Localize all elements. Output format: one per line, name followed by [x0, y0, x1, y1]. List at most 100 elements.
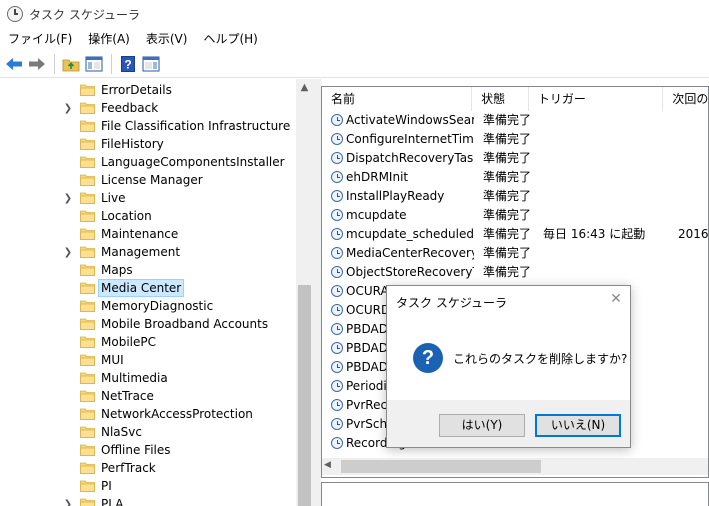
task-clock-icon [331, 228, 343, 240]
tree-item[interactable]: Media Center [0, 279, 296, 297]
task-row[interactable]: DispatchRecoveryTasks 準備完了 [322, 149, 708, 168]
task-clock-icon [331, 380, 343, 392]
tree-item[interactable]: File Classification Infrastructure [0, 117, 296, 135]
task-row[interactable]: ObjectStoreRecoveryT... 準備完了 [322, 263, 708, 282]
question-icon: ? [413, 343, 443, 373]
column-header-next-run[interactable]: 次回の [663, 87, 708, 111]
help-button[interactable]: ? [117, 53, 139, 75]
menu-view[interactable]: 表示(V) [138, 28, 196, 50]
toolbar: ? [0, 50, 709, 78]
back-arrow-icon [6, 57, 22, 70]
tree-item[interactable]: FileHistory [0, 135, 296, 153]
action-pane-button[interactable] [140, 53, 162, 75]
back-button[interactable] [3, 53, 25, 75]
forward-arrow-icon [29, 57, 45, 70]
folder-icon [80, 300, 95, 312]
column-header-status[interactable]: 状態 [472, 87, 529, 111]
confirm-delete-dialog: タスク スケジューラ ✕ ? これらのタスクを削除しますか? はい(Y) いいえ… [386, 285, 631, 448]
chevron-right-icon[interactable]: ❯ [63, 495, 73, 506]
tree-item[interactable]: NetTrace [0, 387, 296, 405]
tree-item[interactable]: Maintenance [0, 225, 296, 243]
chevron-right-icon[interactable]: ❯ [63, 189, 73, 207]
task-clock-icon [331, 209, 343, 221]
chevron-right-icon[interactable]: ❯ [63, 99, 73, 117]
tree-item-label: Feedback [101, 101, 159, 115]
detail-pane [321, 482, 709, 506]
tree-item[interactable]: PerfTrack [0, 459, 296, 477]
tree-item[interactable]: Mobile Broadband Accounts [0, 315, 296, 333]
tree-scrollbar[interactable]: ▲ [296, 79, 313, 506]
tree-item[interactable]: PI [0, 477, 296, 495]
tree-item[interactable]: ErrorDetails [0, 81, 296, 99]
task-status: 準備完了 [483, 132, 532, 146]
column-header-trigger[interactable]: トリガー [529, 87, 664, 111]
show-hide-tree-button[interactable] [83, 53, 105, 75]
tree-item[interactable]: ❯ Feedback [0, 99, 296, 117]
pane-divider[interactable] [313, 79, 321, 506]
up-folder-icon [62, 59, 80, 71]
task-status: 準備完了 [483, 208, 532, 222]
tree-item[interactable]: ❯ Live [0, 189, 296, 207]
no-button[interactable]: いいえ(N) [535, 414, 621, 437]
task-clock-icon [331, 304, 343, 316]
task-clock-icon [331, 133, 343, 145]
yes-button[interactable]: はい(Y) [439, 414, 525, 437]
tree-item[interactable]: ❯ Management [0, 243, 296, 261]
tree-item-label: Management [101, 245, 181, 259]
scrollbar-thumb[interactable] [298, 285, 311, 506]
tree-item[interactable]: NetworkAccessProtection [0, 405, 296, 423]
tree-item-label: LanguageComponentsInstaller [101, 155, 285, 169]
list-horizontal-scrollbar[interactable]: ◀ [322, 458, 708, 475]
tree-item[interactable]: Location [0, 207, 296, 225]
task-row[interactable]: mcupdate 準備完了 [322, 206, 708, 225]
up-folder-button[interactable] [60, 53, 82, 75]
tree-item[interactable]: LanguageComponentsInstaller [0, 153, 296, 171]
folder-icon [80, 156, 95, 168]
tree-item[interactable]: MobilePC [0, 333, 296, 351]
task-row[interactable]: mcupdate_scheduled 準備完了毎日 16:43 に起動 2016/0 [322, 225, 708, 244]
task-status: 準備完了 [483, 246, 532, 260]
tree-pane: ErrorDetails ❯ Feedback File Classification… [0, 79, 318, 506]
menu-help[interactable]: ヘルプ(H) [195, 28, 265, 50]
tree-item-label: PerfTrack [101, 461, 156, 475]
tree-item[interactable]: MUI [0, 351, 296, 369]
tree-item-label: File Classification Infrastructure [101, 119, 291, 133]
folder-icon [80, 318, 95, 330]
scroll-up-icon[interactable]: ▲ [296, 79, 313, 96]
task-clock-icon [331, 361, 343, 373]
task-row[interactable]: ConfigureInternetTime... 準備完了 [322, 130, 708, 149]
tree-item-label: Location [101, 209, 152, 223]
menu-action[interactable]: 操作(A) [80, 28, 138, 50]
task-row[interactable]: ActivateWindowsSearch 準備完了 [322, 111, 708, 130]
task-status: 準備完了 [483, 189, 532, 203]
scrollbar-thumb[interactable] [341, 460, 541, 473]
folder-icon [80, 444, 95, 456]
close-icon[interactable]: ✕ [609, 292, 623, 306]
tree-item[interactable]: License Manager [0, 171, 296, 189]
forward-button[interactable] [26, 53, 48, 75]
folder-icon [80, 246, 95, 258]
task-name: ConfigureInternetTime... [346, 132, 474, 146]
folder-icon [80, 462, 95, 474]
tree-item[interactable]: Multimedia [0, 369, 296, 387]
task-clock-icon [331, 114, 343, 126]
tree-item[interactable]: Offline Files [0, 441, 296, 459]
tree-item[interactable]: NlaSvc [0, 423, 296, 441]
folder-icon [80, 426, 95, 438]
tree-item[interactable]: Maps [0, 261, 296, 279]
scroll-left-icon[interactable]: ◀ [324, 460, 331, 470]
dialog-title: タスク スケジューラ [396, 296, 507, 310]
task-row[interactable]: InstallPlayReady 準備完了 [322, 187, 708, 206]
dialog-footer: はい(Y) いいえ(N) [387, 400, 630, 447]
tree-item[interactable]: MemoryDiagnostic [0, 297, 296, 315]
tree-item-label: Maps [101, 263, 133, 277]
tree-item-label: MUI [101, 353, 124, 367]
column-header-name[interactable]: 名前 [322, 87, 473, 111]
task-row[interactable]: ehDRMInit 準備完了 [322, 168, 708, 187]
folder-icon [80, 120, 95, 132]
tree-item[interactable]: ❯ PLA [0, 495, 296, 506]
task-row[interactable]: MediaCenterRecovery... 準備完了 [322, 244, 708, 263]
menu-file[interactable]: ファイル(F) [0, 28, 80, 50]
chevron-right-icon[interactable]: ❯ [63, 243, 73, 261]
task-clock-icon [331, 418, 343, 430]
